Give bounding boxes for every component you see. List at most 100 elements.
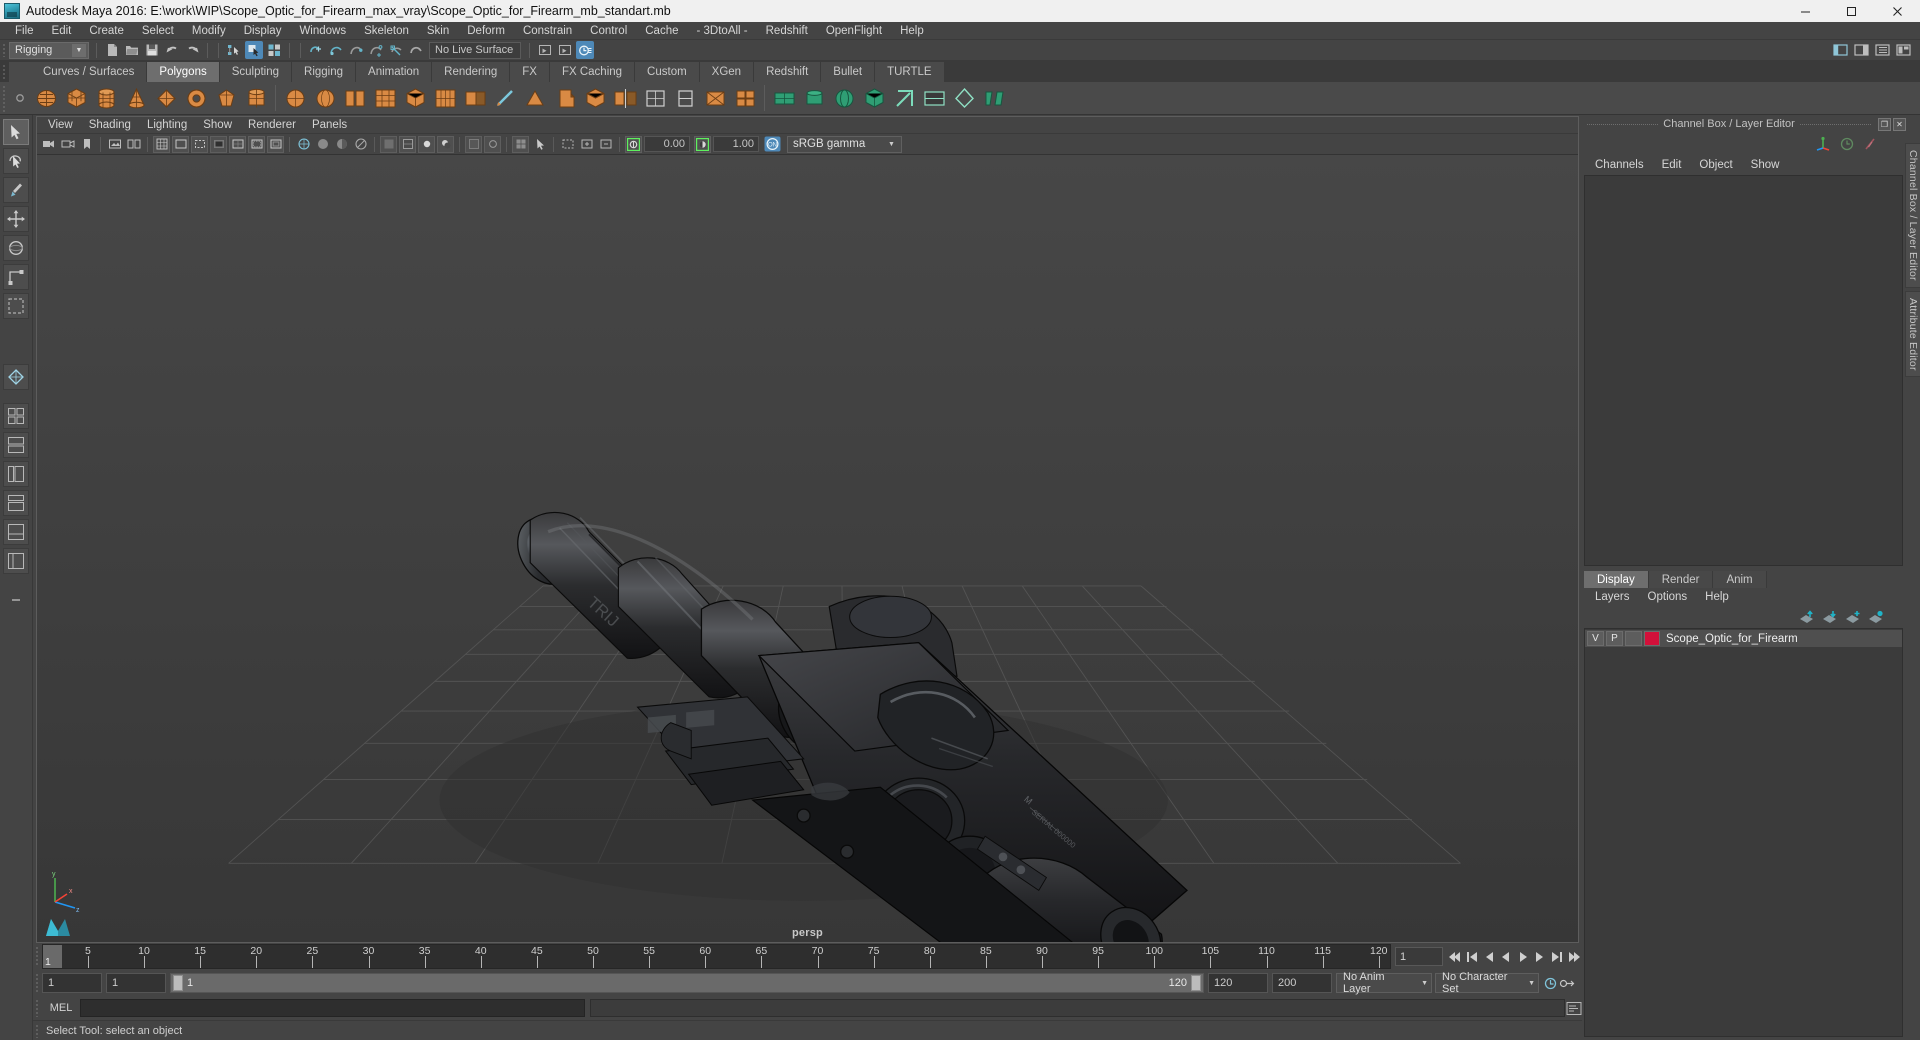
snap-to-grid-icon[interactable] <box>307 41 325 59</box>
select-camera-icon[interactable] <box>40 136 57 153</box>
uv-spherical-icon[interactable] <box>830 84 858 112</box>
poly-chamfer-icon[interactable] <box>641 84 669 112</box>
sphere-smooth-icon[interactable] <box>281 84 309 112</box>
layer-color-swatch[interactable] <box>1644 631 1660 646</box>
shaded-mode-icon[interactable] <box>380 135 397 153</box>
xray-mode-icon[interactable] <box>465 135 482 153</box>
chevron-down-icon[interactable]: ▼ <box>884 138 899 151</box>
wireframe-shading-icon[interactable] <box>295 136 312 153</box>
auto-key-icon[interactable] <box>1559 974 1576 993</box>
layer-menu-options[interactable]: Options <box>1639 588 1697 606</box>
shelf-tab-rigging[interactable]: Rigging <box>292 62 357 82</box>
exposure-reset-icon[interactable] <box>625 135 642 153</box>
uv-layout-icon[interactable] <box>950 84 978 112</box>
open-render-view-icon[interactable] <box>536 41 554 59</box>
command-line-grip[interactable] <box>33 996 42 1020</box>
isolate-remove-icon[interactable] <box>597 136 614 153</box>
shelf-tab-animation[interactable]: Animation <box>356 62 433 82</box>
move-layer-down-icon[interactable] <box>1822 609 1838 625</box>
field-chart-icon[interactable] <box>229 135 246 153</box>
layer-visibility-toggle[interactable]: V <box>1587 631 1604 646</box>
play-backwards-icon[interactable] <box>1497 947 1514 966</box>
layer-tab-display[interactable]: Display <box>1584 571 1649 588</box>
viewport-menu-view[interactable]: View <box>40 117 81 134</box>
shelf-tab-curves-surfaces[interactable]: Curves / Surfaces <box>31 62 148 82</box>
menu-item-skeleton[interactable]: Skeleton <box>355 22 418 40</box>
range-start-field[interactable]: 1 <box>106 973 166 993</box>
shelf-tab-xgen[interactable]: XGen <box>699 62 755 82</box>
shelf-tab-turtle[interactable]: TURTLE <box>875 62 945 82</box>
menu-item-modify[interactable]: Modify <box>183 22 235 40</box>
lasso-select-tool-button[interactable] <box>3 148 29 174</box>
layer-state-toggle[interactable] <box>1625 631 1642 646</box>
menu-item-edit[interactable]: Edit <box>43 22 81 40</box>
poly-cube-icon[interactable] <box>62 84 90 112</box>
layer-tab-render[interactable]: Render <box>1648 571 1714 588</box>
gamma-value-field[interactable]: 1.00 <box>713 136 759 152</box>
poly-cube-multi-icon[interactable] <box>581 84 609 112</box>
undo-icon[interactable] <box>163 41 181 59</box>
shelf-grip[interactable] <box>0 61 9 82</box>
menu-item-deform[interactable]: Deform <box>458 22 514 40</box>
layer-tab-anim[interactable]: Anim <box>1713 571 1767 588</box>
poly-append-icon[interactable] <box>461 84 489 112</box>
chevron-down-icon[interactable]: ▼ <box>1421 980 1428 987</box>
poly-plane-icon[interactable] <box>152 84 180 112</box>
rotate-tool-button[interactable] <box>3 235 29 261</box>
channel-clock-icon[interactable] <box>1839 136 1855 152</box>
select-tool-button[interactable] <box>3 119 29 145</box>
channel-box-menu-edit[interactable]: Edit <box>1653 156 1691 174</box>
safe-action-icon[interactable] <box>248 135 265 153</box>
uv-cylindrical-icon[interactable] <box>800 84 828 112</box>
poly-torus-icon[interactable] <box>182 84 210 112</box>
make-live-icon[interactable] <box>407 41 425 59</box>
sidebar-toggle-1-icon[interactable] <box>1831 41 1850 59</box>
channel-box-content[interactable] <box>1584 175 1903 566</box>
film-gate-icon[interactable] <box>172 135 189 153</box>
paint-select-tool-button[interactable] <box>3 177 29 203</box>
menu-item-windows[interactable]: Windows <box>290 22 355 40</box>
sidebar-toggle-3-icon[interactable] <box>1873 41 1892 59</box>
time-slider-grip[interactable] <box>33 943 42 970</box>
poly-quadrangulate-icon[interactable] <box>731 84 759 112</box>
shelf-tab-rendering[interactable]: Rendering <box>432 62 511 82</box>
vertical-tab-channel-box[interactable]: Channel Box / Layer Editor <box>1905 143 1920 288</box>
shelf-tab-redshift[interactable]: Redshift <box>754 62 822 82</box>
menu-item-select[interactable]: Select <box>133 22 183 40</box>
poly-bridge-icon[interactable] <box>431 84 459 112</box>
uv-snapshot-icon[interactable] <box>980 84 1008 112</box>
camera-attributes-icon[interactable] <box>59 136 76 153</box>
two-panel-icon[interactable] <box>125 136 142 153</box>
shelf-tab-bullet[interactable]: Bullet <box>821 62 876 82</box>
character-set-selector[interactable]: No Character Set ▼ <box>1435 971 1539 995</box>
range-end-handle[interactable] <box>1191 975 1201 991</box>
poly-prism-icon[interactable] <box>212 84 240 112</box>
poly-cone-icon[interactable] <box>122 84 150 112</box>
layout-four-view-button[interactable] <box>3 403 29 429</box>
anim-start-field[interactable]: 1 <box>42 973 102 993</box>
anim-end-field[interactable]: 200 <box>1272 973 1332 993</box>
layout-persp-outliner-button[interactable] <box>3 548 29 574</box>
table-row[interactable]: V P Scope_Optic_for_Firearm <box>1585 630 1902 647</box>
shelf-tab-polygons[interactable]: Polygons <box>147 62 220 82</box>
sphere-soft-icon[interactable] <box>311 84 339 112</box>
resolution-gate-icon[interactable] <box>191 135 208 153</box>
menu-item-cache[interactable]: Cache <box>636 22 687 40</box>
close-button[interactable] <box>1874 0 1920 22</box>
vertical-tab-attribute-editor[interactable]: Attribute Editor <box>1905 290 1920 378</box>
menu-item-help[interactable]: Help <box>891 22 933 40</box>
scale-tool-button[interactable] <box>3 264 29 290</box>
go-to-start-icon[interactable] <box>1446 947 1463 966</box>
last-tool-button[interactable] <box>3 293 29 319</box>
uv-planar-icon[interactable] <box>770 84 798 112</box>
channel-box-menu-show[interactable]: Show <box>1742 156 1789 174</box>
gate-mask-icon[interactable] <box>210 135 227 153</box>
move-tool-button[interactable] <box>3 206 29 232</box>
anim-layer-selector[interactable]: No Anim Layer ▼ <box>1336 971 1432 995</box>
layer-list[interactable]: V P Scope_Optic_for_Firearm <box>1584 628 1903 1037</box>
menu-item-display[interactable]: Display <box>235 22 291 40</box>
layout-two-stacked-button[interactable] <box>3 432 29 458</box>
poly-bevel-icon[interactable] <box>551 84 579 112</box>
channel-slash-icon[interactable] <box>1862 136 1878 152</box>
new-layer-icon[interactable] <box>1845 609 1861 625</box>
